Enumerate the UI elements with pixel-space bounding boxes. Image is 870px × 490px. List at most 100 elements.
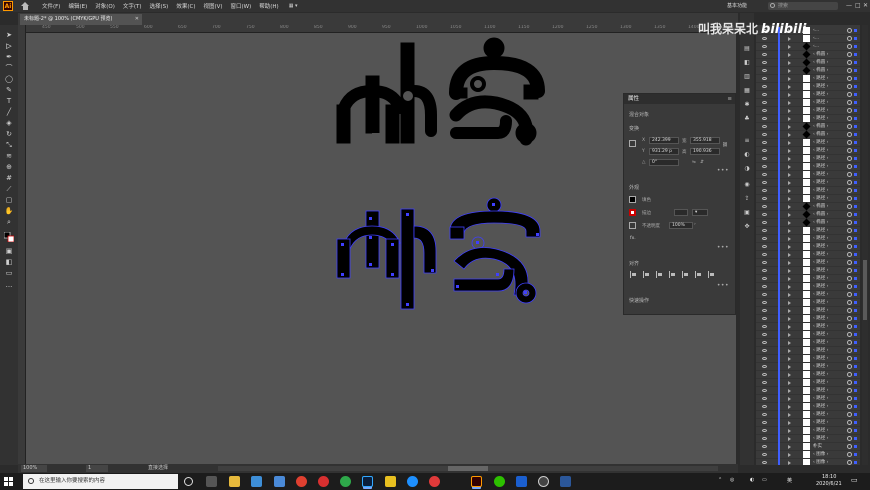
layer-row[interactable]: ‹ 椭圆 › (756, 202, 860, 211)
color-mode-icon[interactable]: ▣ (4, 247, 14, 255)
visibility-eye-icon[interactable] (762, 293, 767, 296)
target-circle-icon[interactable] (847, 180, 852, 185)
layer-row[interactable]: ‹ 路径 › (756, 235, 860, 243)
target-circle-icon[interactable] (847, 28, 852, 33)
layer-row[interactable]: ‹ 路径 › (756, 339, 860, 347)
layer-row[interactable]: ‹ 路径 › (756, 107, 860, 115)
target-circle-icon[interactable] (847, 340, 852, 345)
expand-triangle-icon[interactable] (788, 181, 791, 185)
expand-triangle-icon[interactable] (788, 157, 791, 161)
arrange-documents-icon[interactable]: ▦ ▾ (289, 3, 305, 10)
appearance-more-button[interactable]: ••• (717, 244, 729, 251)
expand-triangle-icon[interactable] (788, 341, 791, 345)
layer-row[interactable]: ‹ 路径 › (756, 307, 860, 315)
target-circle-icon[interactable] (847, 44, 852, 49)
visibility-eye-icon[interactable] (762, 253, 767, 256)
visibility-eye-icon[interactable] (762, 317, 767, 320)
360-browser-icon[interactable] (340, 476, 351, 487)
layer-row[interactable]: ‹ 路径 › (756, 139, 860, 147)
line-tool-icon[interactable]: ╱ (4, 108, 14, 116)
x-field[interactable]: 242.399 (649, 137, 679, 144)
visibility-eye-icon[interactable] (762, 429, 767, 432)
expand-triangle-icon[interactable] (788, 445, 791, 449)
taskbar-search-input[interactable]: 在这里输入你要搜索的内容 (23, 474, 178, 489)
expand-triangle-icon[interactable] (788, 253, 791, 257)
target-circle-icon[interactable] (847, 268, 852, 273)
netease-music-icon[interactable] (318, 476, 329, 487)
appearance-panel-icon[interactable]: ◉ (743, 181, 751, 188)
target-circle-icon[interactable] (847, 140, 852, 145)
target-circle-icon[interactable] (847, 348, 852, 353)
visibility-eye-icon[interactable] (762, 325, 767, 328)
artwork-pu-selected[interactable] (336, 197, 541, 310)
layer-row[interactable]: ‹ 路径 › (756, 387, 860, 395)
target-circle-icon[interactable] (847, 396, 852, 401)
scale-tool-icon[interactable]: ⤡ (4, 141, 14, 149)
layer-row[interactable]: ‹ 路径 › (756, 267, 860, 275)
screen-mode-icon[interactable]: ▭ (4, 269, 14, 277)
target-circle-icon[interactable] (847, 316, 852, 321)
align-left-icon[interactable] (643, 271, 650, 278)
visibility-eye-icon[interactable] (762, 125, 767, 128)
visibility-eye-icon[interactable] (762, 269, 767, 272)
target-circle-icon[interactable] (847, 420, 852, 425)
target-circle-icon[interactable] (847, 84, 852, 89)
layer-row[interactable]: ‹ 路径 › (756, 179, 860, 187)
stroke-weight-field[interactable] (674, 209, 688, 216)
visibility-eye-icon[interactable] (762, 133, 767, 136)
visibility-eye-icon[interactable] (762, 53, 767, 56)
layer-row[interactable]: ‹ 路径 › (756, 275, 860, 283)
expand-triangle-icon[interactable] (788, 109, 791, 113)
expand-triangle-icon[interactable] (788, 437, 791, 441)
constrain-proportions-icon[interactable]: ⛓ (722, 143, 728, 148)
target-circle-icon[interactable] (847, 292, 852, 297)
target-circle-icon[interactable] (847, 436, 852, 441)
align-more-button[interactable]: ••• (717, 282, 729, 289)
network-icon[interactable]: ◎ (730, 477, 734, 483)
align-hcenter-icon[interactable] (656, 271, 663, 278)
expand-triangle-icon[interactable] (788, 69, 791, 73)
layer-row[interactable]: ‹ 路径 › (756, 379, 860, 387)
target-circle-icon[interactable] (847, 148, 852, 153)
expand-triangle-icon[interactable] (788, 357, 791, 361)
expand-triangle-icon[interactable] (788, 141, 791, 145)
expand-triangle-icon[interactable] (788, 325, 791, 329)
stroke-swatch[interactable] (629, 209, 636, 216)
layer-row[interactable]: ‹ 图像 › (756, 451, 860, 459)
close-window-icon[interactable]: ✕ (863, 2, 868, 9)
photoshop-icon[interactable] (362, 476, 373, 487)
gradient-panel-icon[interactable]: ◐ (743, 151, 751, 158)
visibility-eye-icon[interactable] (762, 381, 767, 384)
media-app-icon[interactable] (429, 476, 440, 487)
layer-row[interactable]: ‹ 路径 › (756, 227, 860, 235)
close-tab-icon[interactable]: ✕ (135, 14, 139, 25)
target-circle-icon[interactable] (847, 380, 852, 385)
menu-object[interactable]: 对象(O) (95, 2, 115, 10)
target-circle-icon[interactable] (847, 36, 852, 41)
align-to-icon[interactable] (630, 271, 637, 278)
visibility-eye-icon[interactable] (762, 277, 767, 280)
target-circle-icon[interactable] (847, 132, 852, 137)
layer-row[interactable]: ‹ 椭圆 › (756, 210, 860, 219)
visibility-eye-icon[interactable] (762, 333, 767, 336)
layer-row[interactable]: ‹ 路径 › (756, 91, 860, 99)
zoom-tool-icon[interactable]: ⌕ (4, 218, 14, 226)
layer-row[interactable]: ‹ 路径 › (756, 323, 860, 331)
target-circle-icon[interactable] (847, 196, 852, 201)
visibility-eye-icon[interactable] (762, 357, 767, 360)
expand-triangle-icon[interactable] (788, 317, 791, 321)
stroke-weight-dropdown[interactable]: ▾ (692, 209, 708, 216)
target-circle-icon[interactable] (847, 52, 852, 57)
layer-row[interactable]: ‹ 路径 › (756, 243, 860, 251)
visibility-eye-icon[interactable] (762, 221, 767, 224)
cortana-icon[interactable] (184, 477, 193, 486)
width-field[interactable]: 355.918 (690, 137, 720, 144)
menu-help[interactable]: 帮助(H) (259, 2, 278, 10)
visibility-eye-icon[interactable] (762, 373, 767, 376)
expand-triangle-icon[interactable] (788, 165, 791, 169)
maximize-icon[interactable]: □ (855, 2, 861, 9)
target-circle-icon[interactable] (847, 404, 852, 409)
transparency-panel-icon[interactable]: ◑ (743, 165, 751, 172)
flip-vertical-icon[interactable]: ⇵ (700, 160, 704, 165)
target-circle-icon[interactable] (847, 364, 852, 369)
